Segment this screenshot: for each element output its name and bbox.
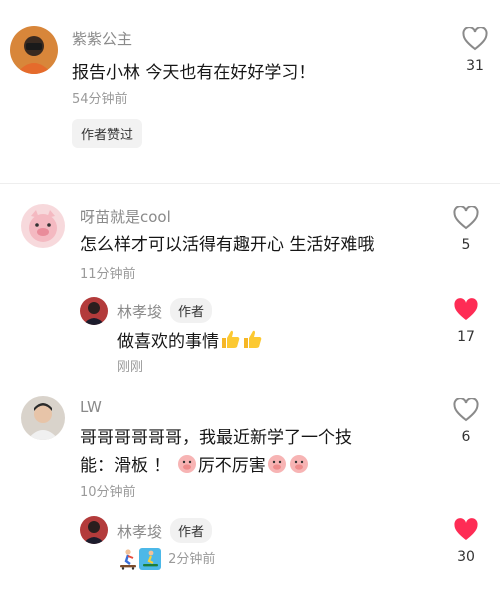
heart-filled-icon	[454, 518, 478, 540]
avatar[interactable]	[21, 396, 65, 440]
skateboard-emoji	[117, 548, 139, 574]
pig-face-emoji	[288, 452, 310, 483]
reply-author[interactable]: 林孝埈 作者	[117, 298, 213, 323]
comment-time: 10分钟前	[80, 485, 136, 500]
like-button[interactable]: 6	[446, 398, 486, 445]
like-button[interactable]: 30	[446, 518, 486, 565]
comment-time: 11分钟前	[80, 267, 136, 282]
pig-face-emoji	[266, 452, 288, 483]
like-count: 6	[461, 429, 471, 445]
thumbs-up-emoji	[219, 328, 241, 359]
reply-emoji-row: 2分钟前	[117, 548, 215, 572]
like-button[interactable]: 17	[446, 298, 486, 345]
like-count: 31	[466, 58, 484, 74]
divider	[0, 183, 500, 184]
comment-time: 54分钟前	[72, 92, 128, 107]
heart-outline-icon	[453, 398, 479, 422]
author-tag: 作者	[170, 298, 213, 323]
avatar[interactable]	[10, 26, 58, 74]
like-button[interactable]: 31	[455, 27, 495, 74]
comment-text: 报告小林 今天也有在好好学习！	[72, 63, 316, 83]
pig-face-emoji	[176, 452, 198, 483]
comment-author[interactable]: LW	[80, 398, 102, 416]
author-liked-badge: 作者赞过	[72, 119, 143, 148]
reply-author[interactable]: 林孝埈 作者	[117, 518, 213, 543]
like-count: 5	[461, 237, 471, 253]
like-button[interactable]: 5	[446, 206, 486, 253]
comment-author[interactable]: 呀苗就是cool	[80, 206, 171, 227]
comment-text: 怎么样才可以活得有趣开心 生活好难哦	[80, 235, 375, 255]
author-tag: 作者	[170, 518, 213, 543]
reply-time: 2分钟前	[168, 552, 216, 567]
reply-author-name: 林孝埈	[117, 303, 163, 321]
comment-text: 哥哥哥哥哥哥，我最近新学了一个技 能：滑板 ！ 厉不厉害	[80, 425, 440, 483]
avatar[interactable]	[21, 204, 65, 248]
heart-outline-icon	[462, 27, 488, 51]
like-count: 30	[457, 549, 475, 565]
comment-text-line2: 能：滑板 ！	[80, 456, 171, 476]
like-count: 17	[457, 329, 475, 345]
reply-author-name: 林孝埈	[117, 523, 163, 541]
comment-author[interactable]: 紫紫公主	[72, 28, 132, 49]
heart-filled-icon	[454, 298, 478, 320]
reply-text-content: 做喜欢的事情	[117, 332, 219, 352]
avatar[interactable]	[80, 297, 108, 325]
comment-text-line1: 哥哥哥哥哥哥，我最近新学了一个技	[80, 428, 352, 448]
heart-outline-icon	[453, 206, 479, 230]
skateboard-emoji	[139, 548, 161, 574]
avatar[interactable]	[80, 516, 108, 544]
comment-text-line2-end: 厉不厉害	[197, 456, 266, 476]
reply-text: 做喜欢的事情	[117, 328, 263, 359]
reply-time: 刚刚	[117, 360, 144, 375]
thumbs-up-emoji	[241, 328, 263, 359]
